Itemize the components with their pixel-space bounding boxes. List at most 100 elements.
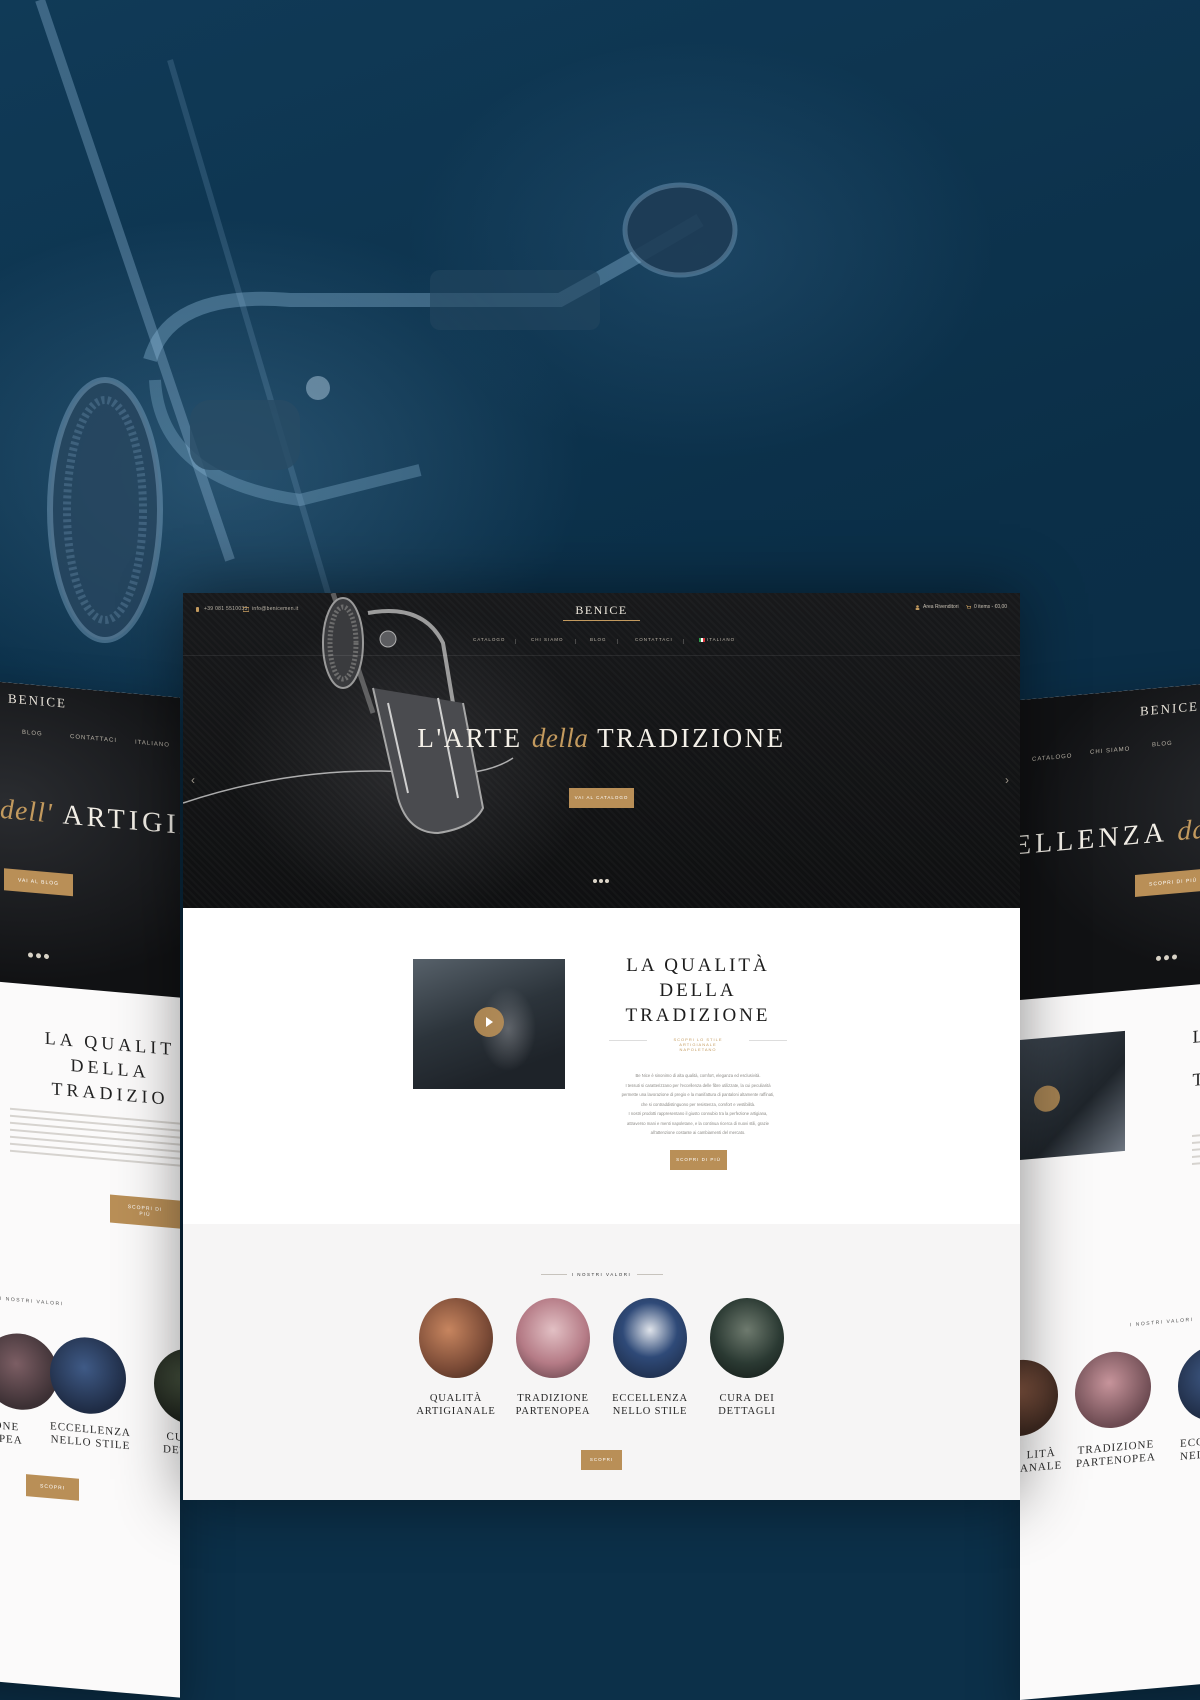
left-mockup-value-line: DET xyxy=(163,1443,180,1458)
nav-about[interactable]: CHI SIAMO xyxy=(531,637,564,642)
value-image xyxy=(613,1298,687,1378)
quality-text-line: I nostri prodotti rappresentano il giust… xyxy=(628,1111,768,1116)
quality-heading-line: LA QUALITÀ xyxy=(626,955,770,976)
right-mockup-heading-line: T xyxy=(1192,1068,1200,1090)
right-mockup-hero-title-italic: da xyxy=(1177,813,1200,848)
value-image xyxy=(419,1298,493,1378)
left-mockup-value-name: ECCELLENZA NELLO STILE xyxy=(50,1420,131,1453)
quality-subtitle: SCOPRI LO STILE ARTIGIANALE NAPOLETANO xyxy=(608,1037,788,1052)
hero-title-italic: della xyxy=(531,723,589,753)
video-thumbnail[interactable] xyxy=(413,959,565,1089)
value-title-line: TRADIZIONE xyxy=(517,1393,589,1404)
value-title-line: DETTAGLI xyxy=(718,1406,776,1417)
value-item-details[interactable]: CURA DEI DETTAGLI xyxy=(707,1298,787,1418)
hero-title: L'ARTE della TRADIZIONE xyxy=(183,723,1020,754)
values-section: I NOSTRI VALORI QUALITÀ ARTIGIANALE TRAD… xyxy=(183,1224,1020,1500)
quality-heading-line: DELLA xyxy=(659,980,737,1001)
nav-catalog[interactable]: CATALOGO xyxy=(473,637,505,642)
hero-title-word: TRADIZIONE xyxy=(597,723,786,753)
value-title-line: NELLO STILE xyxy=(612,1406,688,1417)
right-mockup-value-line: NEL xyxy=(1180,1448,1200,1464)
left-mockup-value-image xyxy=(50,1334,126,1417)
nav-separator xyxy=(683,639,684,644)
value-image xyxy=(516,1298,590,1378)
quality-text-line: I tessuti si caratterizzano per l'eccell… xyxy=(625,1082,771,1088)
right-mockup-value-image xyxy=(1075,1348,1151,1432)
values-label: I NOSTRI VALORI xyxy=(571,1272,632,1277)
discover-button[interactable]: SCOPRI xyxy=(581,1450,622,1470)
value-image xyxy=(710,1298,784,1378)
value-title: TRADIZIONE PARTENOPEA xyxy=(513,1392,593,1418)
nav-contact[interactable]: CONTATTACI xyxy=(635,637,673,642)
right-mockup-value-image xyxy=(1178,1341,1200,1425)
value-title-line: QUALITÀ xyxy=(429,1393,483,1404)
site-logo[interactable]: BENICE xyxy=(563,603,640,621)
value-title-line: CURA DEI xyxy=(719,1393,775,1404)
quality-text-line: all'attenzione costante ai cambiamenti d… xyxy=(650,1130,746,1135)
quality-subtitle-line: NAPOLETANO xyxy=(679,1047,717,1052)
slider-prev-arrow-icon[interactable]: ‹ xyxy=(191,773,195,787)
catalog-button[interactable]: VAI AL CATALOGO xyxy=(569,788,634,808)
right-mockup-value-image xyxy=(1020,1356,1058,1440)
slider-next-arrow-icon[interactable]: › xyxy=(1005,773,1009,787)
value-title: CURA DEI DETTAGLI xyxy=(707,1392,787,1418)
right-mockup-heading: L T xyxy=(1190,1023,1200,1093)
quality-heading: LA QUALITÀ DELLA TRADIZIONE xyxy=(603,953,793,1028)
cart-icon xyxy=(966,604,971,609)
email-contact[interactable]: info@benicemen.it xyxy=(243,606,299,612)
mail-icon xyxy=(243,606,249,612)
left-mockup-values-label: I NOSTRI VALORI xyxy=(0,1295,64,1308)
value-title: ECCELLENZA NELLO STILE xyxy=(610,1392,690,1418)
left-mockup-value-name: ONE OPEA xyxy=(0,1419,23,1448)
right-mockup-value-name: ECC NEL xyxy=(1180,1436,1200,1464)
value-item-quality[interactable]: QUALITÀ ARTIGIANALE xyxy=(416,1298,496,1418)
value-title-line: ECCELLENZA xyxy=(612,1393,688,1404)
play-icon[interactable] xyxy=(474,1007,504,1037)
reseller-area-link[interactable]: Area Rivenditori xyxy=(915,604,959,610)
left-mockup-value-image xyxy=(154,1345,180,1428)
left-mockup-values-button[interactable]: SCOPRI xyxy=(26,1474,80,1501)
nav-separator xyxy=(617,639,618,644)
right-mockup-heading-line: L xyxy=(1192,1025,1200,1047)
user-icon xyxy=(915,604,920,610)
nav-separator xyxy=(575,639,576,644)
cart-summary: 0 items - €0,00 xyxy=(974,604,1008,610)
main-website-mockup: +39 081 5510033 info@benicemen.it BENICE… xyxy=(183,593,1020,1500)
italy-flag-icon xyxy=(699,637,705,642)
left-mockup-value-line: OPEA xyxy=(0,1431,23,1447)
slider-dots[interactable] xyxy=(593,879,609,883)
quality-description: Be Nice è sinonimo di alta qualità, comf… xyxy=(603,1071,793,1138)
header-topbar: +39 081 5510033 info@benicemen.it BENICE… xyxy=(183,593,1020,656)
phone-contact[interactable]: +39 081 5510033 xyxy=(195,606,248,612)
left-mockup-value-name: CU DET xyxy=(163,1430,180,1458)
value-item-excellence[interactable]: ECCELLENZA NELLO STILE xyxy=(610,1298,690,1418)
phone-number: +39 081 5510033 xyxy=(204,606,248,612)
nav-separator xyxy=(515,639,516,644)
right-mockup: BENICE CATALOGO CHI SIAMO BLOG ELLENZA d… xyxy=(1020,662,1200,1700)
email-address: info@benicemen.it xyxy=(252,606,299,612)
right-mockup-value-name: TRADIZIONE PARTENOPEA xyxy=(1076,1438,1156,1471)
quality-text-line: permette una lavorazione di pregio e la … xyxy=(621,1092,775,1097)
hero-slider: +39 081 5510033 info@benicemen.it BENICE… xyxy=(183,593,1020,908)
left-mockup-more-button[interactable]: SCOPRI DI PIÙ xyxy=(110,1194,180,1229)
left-mockup-hero-title-italic: dell' xyxy=(0,793,53,830)
cart-link[interactable]: 0 items - €0,00 xyxy=(966,604,1007,610)
value-title: QUALITÀ ARTIGIANALE xyxy=(416,1392,496,1418)
right-mockup-value-name: LITÀ ANALE xyxy=(1020,1446,1062,1476)
left-mockup-heading: LA QUALIT DELLA TRADIZIO xyxy=(10,1023,180,1115)
hero-title-word: L'ARTE xyxy=(417,723,523,753)
language-selector[interactable]: ITALIANO xyxy=(699,637,735,642)
language-label: ITALIANO xyxy=(707,637,736,642)
right-mockup-value-line: ANALE xyxy=(1020,1459,1063,1475)
quality-text-line: che si contraddistinguono per resistenza… xyxy=(640,1101,756,1107)
left-mockup: BENICE BLOG CONTATTACI ITALIANO dell' AR… xyxy=(0,660,180,1698)
phone-icon xyxy=(196,606,199,612)
learn-more-button[interactable]: SCOPRI DI PIÙ xyxy=(670,1150,727,1170)
reseller-area-label: Area Rivenditori xyxy=(923,604,959,610)
nav-blog[interactable]: BLOG xyxy=(590,637,607,642)
quality-heading-line: TRADIZIONE xyxy=(625,1005,771,1026)
quality-text-line: attraverso mani e menti napoletane, e la… xyxy=(627,1120,769,1126)
left-mockup-text-lines xyxy=(10,1107,180,1172)
value-title-line: ARTIGIANALE xyxy=(416,1406,496,1417)
value-item-tradition[interactable]: TRADIZIONE PARTENOPEA xyxy=(513,1298,593,1418)
